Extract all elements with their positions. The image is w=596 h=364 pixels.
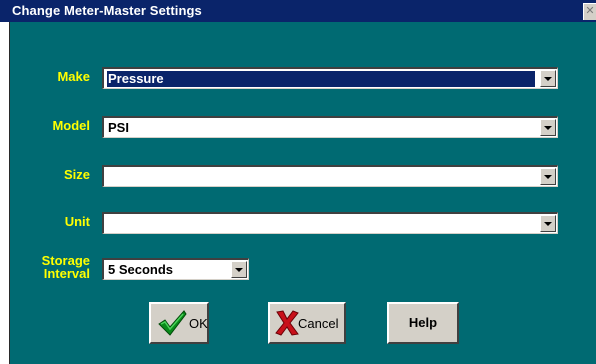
make-dropdown-button[interactable] xyxy=(540,70,556,87)
red-x-icon xyxy=(275,310,299,336)
model-value: PSI xyxy=(108,120,129,135)
dialog-body: Make Pressure Model PSI Size Unit Storag… xyxy=(9,22,596,364)
close-button[interactable]: ✕ xyxy=(583,3,596,20)
storage-interval-label-container: Storage Interval xyxy=(10,254,90,286)
chevron-down-icon xyxy=(544,175,552,179)
close-icon: ✕ xyxy=(585,5,595,17)
unit-label-container: Unit xyxy=(10,214,90,230)
help-button[interactable]: Help xyxy=(387,302,459,344)
size-value xyxy=(107,169,535,185)
storage-interval-dropdown[interactable]: 5 Seconds xyxy=(102,258,249,280)
make-dropdown[interactable]: Pressure xyxy=(102,67,558,89)
unit-dropdown-button[interactable] xyxy=(540,215,556,232)
chevron-down-icon xyxy=(544,126,552,130)
size-dropdown-button[interactable] xyxy=(540,168,556,185)
window-title: Change Meter-Master Settings xyxy=(12,3,202,18)
storage-interval-label-line2: Interval xyxy=(43,266,90,281)
make-value: Pressure xyxy=(107,71,535,87)
storage-interval-value: 5 Seconds xyxy=(108,262,174,277)
ok-label: OK xyxy=(189,316,208,331)
model-label: Model xyxy=(52,118,90,133)
size-label: Size xyxy=(63,167,90,182)
checkmark-icon xyxy=(158,310,187,336)
make-label: Make xyxy=(57,69,90,84)
title-bar[interactable]: Change Meter-Master Settings ✕ xyxy=(0,0,596,22)
chevron-down-icon xyxy=(235,268,243,272)
unit-label: Unit xyxy=(64,214,90,229)
cancel-button[interactable]: Cancel xyxy=(268,302,346,344)
ok-button[interactable]: OK xyxy=(149,302,209,344)
size-dropdown[interactable] xyxy=(102,165,558,187)
unit-value xyxy=(107,216,535,232)
model-dropdown-button[interactable] xyxy=(540,119,556,136)
make-label-container: Make xyxy=(10,69,90,85)
help-label: Help xyxy=(408,315,438,330)
unit-dropdown[interactable] xyxy=(102,212,558,234)
chevron-down-icon xyxy=(544,222,552,226)
storage-interval-dropdown-button[interactable] xyxy=(231,261,247,278)
chevron-down-icon xyxy=(544,77,552,81)
size-label-container: Size xyxy=(10,167,90,183)
model-dropdown[interactable]: PSI xyxy=(102,116,558,138)
cancel-label: Cancel xyxy=(298,316,339,331)
model-label-container: Model xyxy=(10,118,90,134)
